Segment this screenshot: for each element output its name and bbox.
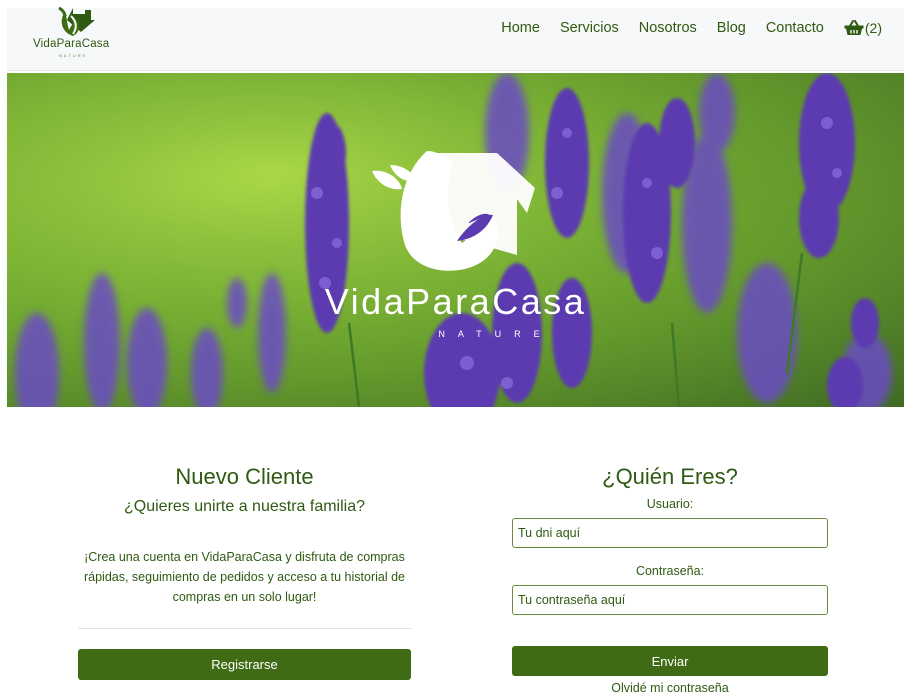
lavender-background <box>7 73 904 407</box>
divider <box>78 628 411 629</box>
nav-home[interactable]: Home <box>501 20 540 36</box>
user-label: Usuario: <box>646 497 694 511</box>
nav-blog[interactable]: Blog <box>717 20 746 36</box>
user-input[interactable] <box>512 518 828 548</box>
brand-name: VidaParaCasa <box>33 38 110 50</box>
nav-links: Home Servicios Nosotros Blog Contacto (2… <box>481 20 882 36</box>
cart-count: (2) <box>864 20 882 36</box>
register-subheading: ¿Quieres unirte a nuestra familia? <box>124 498 365 515</box>
register-description: ¡Crea una cuenta en VidaParaCasa y disfr… <box>83 550 406 604</box>
login-heading: ¿Quién Eres? <box>602 464 738 489</box>
nav-contacto[interactable]: Contacto <box>766 20 824 36</box>
hero-subtitle: NATURE <box>438 329 553 339</box>
password-input[interactable] <box>512 585 828 615</box>
nav-nosotros[interactable]: Nosotros <box>639 20 697 36</box>
brand-tagline: NATURE <box>59 53 88 58</box>
hero-title: VidaParaCasa <box>324 281 587 322</box>
nav-servicios[interactable]: Servicios <box>560 20 619 36</box>
navbar: VidaParaCasa NATURE Home Servicios Nosot… <box>7 6 904 71</box>
send-button[interactable]: Enviar <box>512 646 828 676</box>
leaf-house-icon <box>58 6 95 36</box>
hero-banner: VidaParaCasa NATURE <box>7 73 904 407</box>
cart-button[interactable]: (2) <box>844 20 882 36</box>
register-button[interactable]: Registrarse <box>78 649 411 680</box>
password-label: Contraseña: <box>635 564 705 578</box>
basket-icon <box>844 20 864 35</box>
register-heading: Nuevo Cliente <box>175 464 314 489</box>
brand-logo[interactable]: VidaParaCasa NATURE <box>33 6 123 64</box>
